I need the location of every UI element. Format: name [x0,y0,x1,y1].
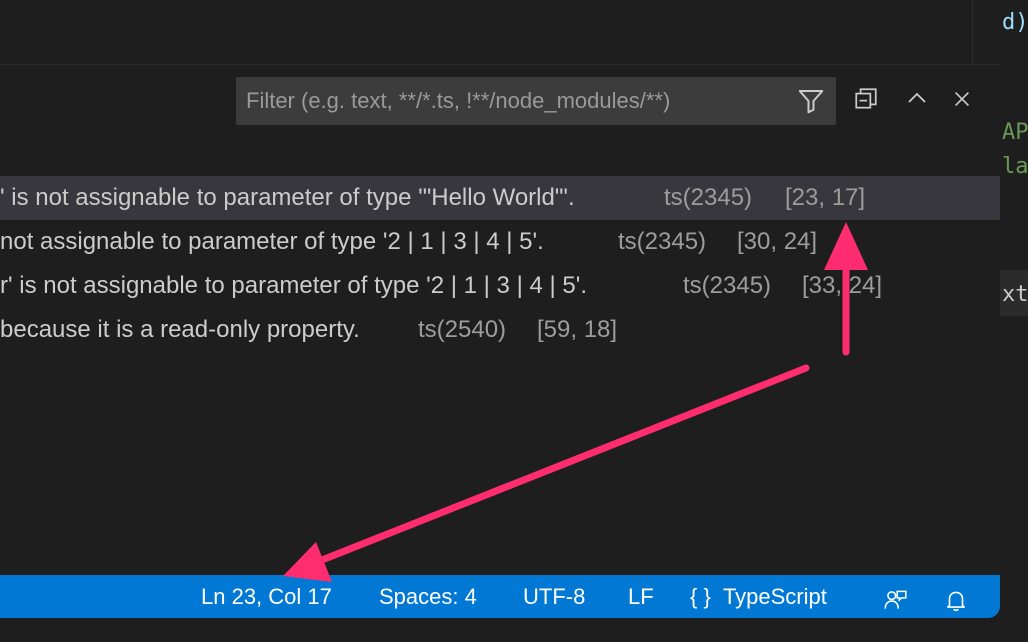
problem-message: not assignable to parameter of type '2 |… [0,228,544,255]
problem-row[interactable]: r' is not assignable to parameter of typ… [0,264,1000,308]
braces-icon: { } [690,584,711,609]
feedback-button[interactable] [882,584,908,610]
code-fragment: xt, [1002,282,1028,307]
filter-box [236,77,836,125]
problem-code: ts(2345) [618,228,707,255]
problem-message: r' is not assignable to parameter of typ… [0,272,587,299]
code-fragment: AP [1002,120,1028,145]
eol-setting[interactable]: LF [628,575,654,618]
problem-code: ts(2345) [683,272,772,299]
editor-right-fragment: d) AP la xt, [1000,0,1028,642]
close-panel-button[interactable] [946,83,978,115]
indentation-setting[interactable]: Spaces: 4 [379,575,477,618]
window-frame [0,618,1028,642]
problems-list: ' is not assignable to parameter of type… [0,176,1000,352]
encoding-setting[interactable]: UTF-8 [523,575,585,618]
problem-message: because it is a read-only property. [0,316,360,343]
problem-position: [59, 18] [537,316,618,343]
status-bar: Ln 23, Col 17 Spaces: 4 UTF-8 LF { } Typ… [0,575,1000,618]
problems-panel: ' is not assignable to parameter of type… [0,65,1000,575]
editor-area[interactable] [0,0,1000,65]
collapse-all-icon [855,88,877,109]
problem-row[interactable]: because it is a read-only property. ts(2… [0,308,1000,352]
indent-guide [972,0,973,64]
language-label: TypeScript [722,584,827,609]
bell-icon [947,591,965,612]
notifications-button[interactable] [943,584,969,612]
language-mode[interactable]: { } TypeScript [690,575,827,618]
code-fragment: d) [1002,10,1028,35]
problem-position: [30, 24] [737,228,818,255]
problem-position: [33, 24] [802,272,883,299]
problem-code: ts(2540) [418,316,507,343]
filter-icon[interactable] [796,86,826,116]
collapse-all-button[interactable] [850,83,882,115]
scroll-up-button[interactable] [901,83,933,115]
code-fragment: la [1002,154,1028,179]
problem-code: ts(2345) [664,184,753,211]
problem-message: ' is not assignable to parameter of type… [0,184,575,211]
filter-input[interactable] [236,77,776,125]
chevron-up-icon [908,92,926,103]
problem-row[interactable]: not assignable to parameter of type '2 |… [0,220,1000,264]
feedback-icon [884,590,907,609]
close-icon [954,91,970,107]
cursor-position[interactable]: Ln 23, Col 17 [201,575,332,618]
problem-position: [23, 17] [785,184,866,211]
problem-row[interactable]: ' is not assignable to parameter of type… [0,176,1000,220]
